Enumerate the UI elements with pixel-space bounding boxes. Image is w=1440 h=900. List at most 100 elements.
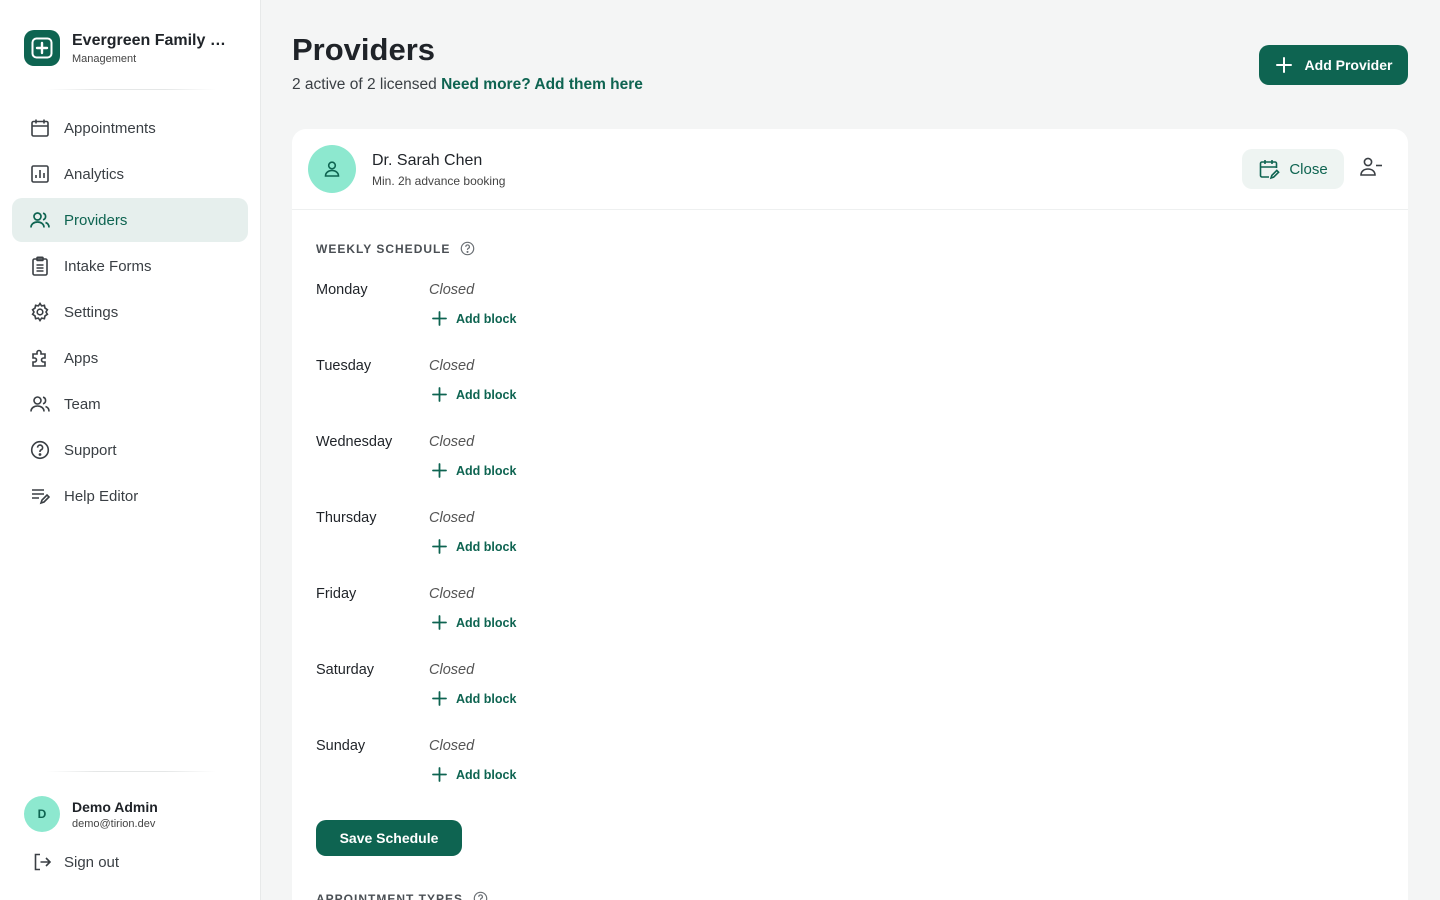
sidebar: Evergreen Family D... Management Appoint…: [0, 0, 261, 900]
clipboard-icon: [32, 256, 48, 276]
help-circle-icon[interactable]: [473, 891, 488, 900]
add-block-button[interactable]: Add block: [432, 311, 516, 326]
sidebar-item-label: Team: [64, 395, 101, 413]
license-summary: 2 active of 2 licensed Need more? Add th…: [292, 76, 643, 94]
day-name: Thursday: [316, 510, 377, 526]
calendar-icon: [31, 119, 49, 137]
plus-icon: [432, 311, 447, 326]
day-status: Closed: [429, 434, 475, 450]
sidebar-item-help-editor[interactable]: Help Editor: [12, 474, 248, 518]
provider-name: Dr. Sarah Chen: [372, 152, 483, 169]
add-block-button[interactable]: Add block: [432, 539, 516, 554]
brand[interactable]: Evergreen Family D... Management: [24, 30, 232, 66]
main-content: Providers 2 active of 2 licensed Need mo…: [261, 0, 1440, 900]
sidebar-divider: [46, 771, 216, 772]
sign-out-label: Sign out: [64, 853, 120, 871]
sidebar-item-label: Apps: [64, 349, 99, 367]
users-icon: [30, 212, 50, 228]
add-block-button[interactable]: Add block: [432, 387, 516, 402]
plus-icon: [1275, 57, 1292, 73]
add-block-label: Add block: [456, 311, 517, 326]
add-block-label: Add block: [456, 387, 517, 402]
sidebar-item-appointments[interactable]: Appointments: [12, 106, 248, 150]
day-name: Friday: [316, 586, 357, 602]
sidebar-item-label: Intake Forms: [64, 257, 152, 275]
section-label: WEEKLY SCHEDULE: [316, 241, 451, 256]
sidebar-item-label: Support: [64, 441, 117, 459]
sidebar-item-providers[interactable]: Providers: [12, 198, 248, 242]
plus-icon: [432, 539, 447, 554]
team-icon: [30, 396, 50, 412]
sidebar-item-label: Providers: [64, 211, 128, 229]
day-status: Closed: [429, 662, 475, 678]
puzzle-icon: [32, 349, 46, 367]
bar-chart-icon: [31, 165, 49, 183]
sidebar-item-support[interactable]: Support: [12, 428, 248, 472]
gear-icon: [31, 302, 49, 322]
plus-icon: [432, 615, 447, 630]
add-block-label: Add block: [456, 615, 517, 630]
day-name: Sunday: [316, 738, 366, 754]
add-block-label: Add block: [456, 463, 517, 478]
day-status: Closed: [429, 358, 475, 374]
appointment-types-heading: APPOINTMENT TYPES: [316, 891, 488, 900]
sidebar-divider: [46, 89, 216, 90]
help-circle-icon: [30, 440, 50, 460]
page-title: Providers: [292, 32, 436, 67]
sidebar-item-label: Settings: [64, 303, 119, 321]
plus-icon: [432, 463, 447, 478]
add-block-button[interactable]: Add block: [432, 463, 516, 478]
sidebar-item-label: Help Editor: [64, 487, 139, 505]
day-name: Tuesday: [316, 358, 372, 374]
license-count: 2 active of 2 licensed: [292, 76, 437, 93]
add-licenses-link[interactable]: Need more? Add them here: [441, 76, 643, 93]
weekly-schedule-heading: WEEKLY SCHEDULE: [316, 241, 475, 256]
day-status: Closed: [429, 282, 475, 298]
add-block-button[interactable]: Add block: [432, 691, 516, 706]
provider-card-header: Dr. Sarah Chen Min. 2h advance booking C…: [292, 129, 1408, 210]
sign-out-icon: [34, 853, 52, 871]
save-schedule-button[interactable]: Save Schedule: [316, 820, 462, 856]
brand-subtitle: Management: [72, 53, 137, 65]
close-label: Close: [1289, 160, 1328, 178]
sidebar-item-analytics[interactable]: Analytics: [12, 152, 248, 196]
add-block-button[interactable]: Add block: [432, 767, 516, 782]
user-name: Demo Admin: [72, 798, 158, 815]
day-status: Closed: [429, 738, 475, 754]
section-label: APPOINTMENT TYPES: [316, 891, 464, 900]
sidebar-item-apps[interactable]: Apps: [12, 336, 248, 380]
add-block-label: Add block: [456, 767, 517, 782]
provider-booking-rule: Min. 2h advance booking: [372, 174, 506, 188]
help-circle-icon[interactable]: [460, 241, 475, 256]
day-status: Closed: [429, 510, 475, 526]
plus-icon: [432, 767, 447, 782]
avatar: D: [24, 796, 60, 832]
sidebar-nav: Appointments Analytics Providers Intake …: [12, 106, 248, 520]
user-profile[interactable]: D Demo Admin demo@tirion.dev: [24, 796, 158, 832]
plus-icon: [432, 387, 447, 402]
remove-provider-button[interactable]: [1359, 156, 1385, 178]
sidebar-item-settings[interactable]: Settings: [12, 290, 248, 334]
sidebar-item-intake-forms[interactable]: Intake Forms: [12, 244, 248, 288]
add-block-label: Add block: [456, 539, 517, 554]
sidebar-item-label: Analytics: [64, 165, 125, 183]
add-block-label: Add block: [456, 691, 517, 706]
day-name: Monday: [316, 282, 368, 298]
add-provider-label: Add Provider: [1304, 57, 1393, 73]
provider-avatar: [308, 145, 356, 193]
add-block-button[interactable]: Add block: [432, 615, 516, 630]
day-name: Saturday: [316, 662, 375, 678]
provider-card: Dr. Sarah Chen Min. 2h advance booking C…: [292, 129, 1408, 900]
plus-icon: [432, 691, 447, 706]
day-status: Closed: [429, 586, 475, 602]
add-provider-button[interactable]: Add Provider: [1259, 45, 1408, 85]
sidebar-item-team[interactable]: Team: [12, 382, 248, 426]
day-name: Wednesday: [316, 434, 393, 450]
brand-name: Evergreen Family D...: [72, 32, 232, 49]
calendar-edit-icon: [1260, 160, 1281, 180]
sign-out-button[interactable]: Sign out: [32, 852, 119, 872]
list-edit-icon: [32, 489, 50, 505]
close-schedule-button[interactable]: Close: [1242, 149, 1344, 189]
medical-cross-icon: [24, 30, 60, 66]
person-icon: [324, 161, 340, 177]
